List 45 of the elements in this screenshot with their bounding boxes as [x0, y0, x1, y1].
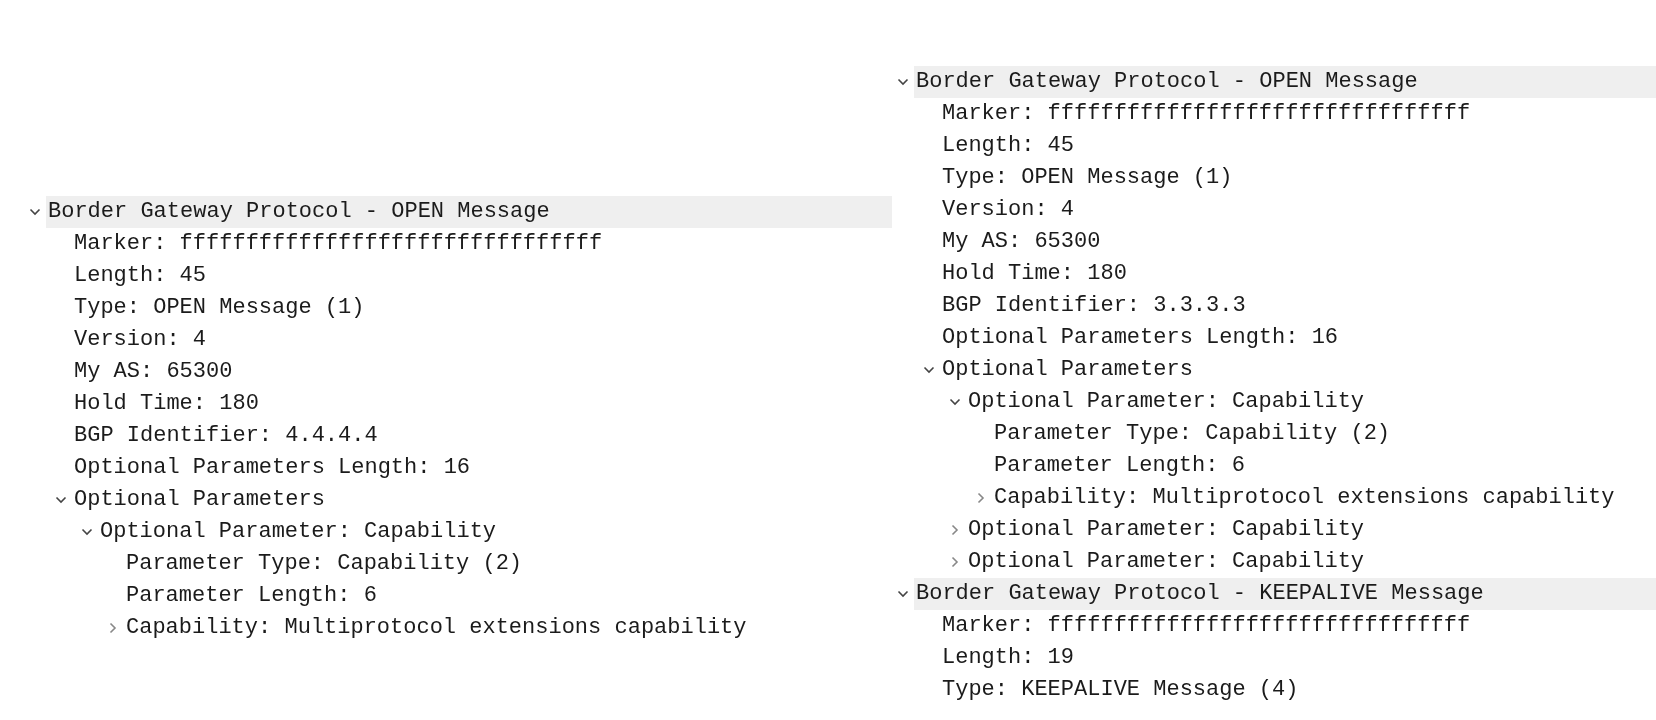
expand-chevron-icon[interactable]: [951, 524, 959, 536]
collapse-chevron-icon[interactable]: [29, 208, 41, 216]
tree-item[interactable]: Length: 45: [940, 130, 1075, 162]
collapse-chevron-icon[interactable]: [923, 366, 935, 374]
collapse-chevron-icon[interactable]: [949, 398, 961, 406]
expand-chevron-icon[interactable]: [977, 492, 985, 504]
tree-item[interactable]: Type: OPEN Message (1): [940, 162, 1233, 194]
tree-item[interactable]: BGP Identifier: 3.3.3.3: [940, 290, 1246, 322]
tree-item[interactable]: BGP Identifier: 4.4.4.4: [72, 420, 378, 452]
collapse-chevron-icon[interactable]: [897, 590, 909, 598]
tree-item[interactable]: Parameter Length: 6: [124, 580, 377, 612]
collapse-chevron-icon[interactable]: [81, 528, 93, 536]
expand-chevron-icon[interactable]: [109, 622, 117, 634]
tree-item[interactable]: Parameter Type: Capability (2): [124, 548, 523, 580]
tree-item[interactable]: Version: 4: [72, 324, 207, 356]
tree-item[interactable]: Optional Parameters Length: 16: [72, 452, 471, 484]
protocol-header-row[interactable]: Border Gateway Protocol - OPEN Message: [46, 196, 892, 228]
tree-item[interactable]: Capability: Multiprotocol extensions capability: [124, 612, 747, 644]
tree-item[interactable]: Length: 45: [72, 260, 207, 292]
tree-item[interactable]: My AS: 65300: [72, 356, 233, 388]
tree-item[interactable]: Version: 4: [940, 194, 1075, 226]
protocol-header-row[interactable]: Border Gateway Protocol - OPEN Message: [914, 66, 1656, 98]
collapse-chevron-icon[interactable]: [897, 78, 909, 86]
tree-item[interactable]: Type: KEEPALIVE Message (4): [940, 674, 1299, 706]
tree-item[interactable]: Parameter Length: 6: [992, 450, 1245, 482]
tree-item[interactable]: Marker: ffffffffffffffffffffffffffffffff: [72, 228, 603, 260]
tree-item[interactable]: Length: 19: [940, 642, 1075, 674]
protocol-header-row[interactable]: Border Gateway Protocol - KEEPALIVE Message: [914, 578, 1656, 610]
tree-item[interactable]: Optional Parameters: [72, 484, 325, 516]
tree-item[interactable]: Optional Parameters Length: 16: [940, 322, 1339, 354]
tree-item[interactable]: Hold Time: 180: [72, 388, 259, 420]
tree-item[interactable]: Capability: Multiprotocol extensions capability: [992, 482, 1615, 514]
expand-chevron-icon[interactable]: [951, 556, 959, 568]
tree-item[interactable]: Optional Parameter: Capability: [966, 514, 1365, 546]
collapse-chevron-icon[interactable]: [55, 496, 67, 504]
tree-item[interactable]: Optional Parameters: [940, 354, 1193, 386]
tree-item[interactable]: Hold Time: 180: [940, 258, 1127, 290]
tree-item[interactable]: Optional Parameter: Capability: [966, 546, 1365, 578]
tree-item[interactable]: Optional Parameter: Capability: [966, 386, 1365, 418]
tree-item[interactable]: Marker: ffffffffffffffffffffffffffffffff: [940, 610, 1471, 642]
tree-item[interactable]: Marker: ffffffffffffffffffffffffffffffff: [940, 98, 1471, 130]
tree-item[interactable]: Type: OPEN Message (1): [72, 292, 365, 324]
tree-item[interactable]: My AS: 65300: [940, 226, 1101, 258]
tree-item[interactable]: Optional Parameter: Capability: [98, 516, 497, 548]
tree-item[interactable]: Parameter Type: Capability (2): [992, 418, 1391, 450]
